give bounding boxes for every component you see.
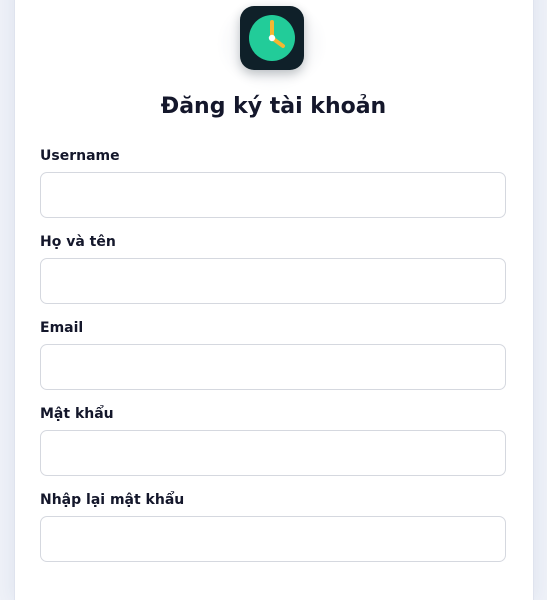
fullname-label: Họ và tên	[40, 234, 116, 250]
password-label: Mật khẩu	[40, 406, 114, 422]
confirm-password-input[interactable]	[40, 516, 506, 562]
confirm-password-label: Nhập lại mật khẩu	[40, 492, 185, 508]
brand-logo	[216, 0, 328, 92]
page-title: Đăng ký tài khoản	[160, 94, 387, 119]
username-label: Username	[40, 148, 120, 164]
email-label: Email	[40, 320, 84, 336]
logo-tile	[240, 6, 304, 70]
email-input[interactable]	[40, 344, 506, 390]
username-input[interactable]	[40, 172, 506, 218]
clock-icon	[249, 15, 295, 61]
password-input[interactable]	[40, 430, 506, 476]
fullname-input[interactable]	[40, 258, 506, 304]
